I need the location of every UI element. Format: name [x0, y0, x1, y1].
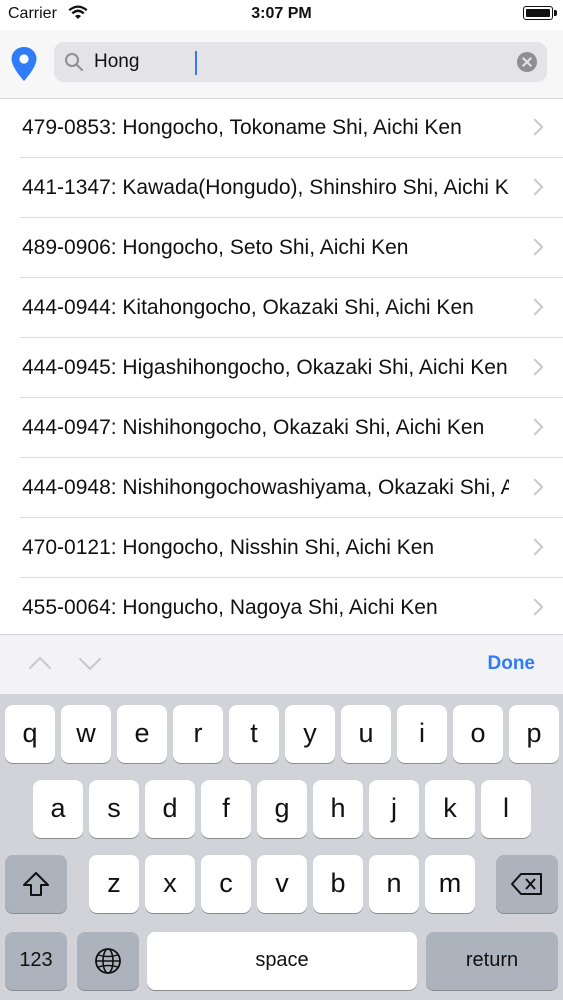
key-h[interactable]: h	[313, 780, 363, 838]
key-n[interactable]: n	[369, 855, 419, 913]
chevron-right-icon	[526, 598, 544, 616]
search-field[interactable]	[54, 42, 547, 82]
list-item[interactable]: 444-0944: Kitahongocho, Okazaki Shi, Aic…	[20, 278, 563, 338]
list-item[interactable]: 489-0906: Hongocho, Seto Shi, Aichi Ken	[20, 218, 563, 278]
list-item-label: 479-0853: Hongocho, Tokoname Shi, Aichi …	[22, 116, 462, 139]
search-input[interactable]	[94, 42, 494, 82]
key-s[interactable]: s	[89, 780, 139, 838]
key-l[interactable]: l	[481, 780, 531, 838]
key-m[interactable]: m	[425, 855, 475, 913]
list-item[interactable]: 444-0947: Nishihongocho, Okazaki Shi, Ai…	[20, 398, 563, 458]
key-x[interactable]: x	[145, 855, 195, 913]
chevron-right-icon	[526, 298, 544, 316]
shift-key[interactable]	[5, 855, 67, 913]
list-item-label: 444-0945: Higashihongocho, Okazaki Shi, …	[22, 356, 508, 379]
key-o[interactable]: o	[453, 705, 503, 763]
return-key[interactable]: return	[426, 932, 558, 990]
key-r[interactable]: r	[173, 705, 223, 763]
location-pin-icon[interactable]	[10, 46, 38, 82]
list-item[interactable]: 455-0064: Hongucho, Nagoya Shi, Aichi Ke…	[20, 578, 563, 638]
key-k[interactable]: k	[425, 780, 475, 838]
list-item-label: 489-0906: Hongocho, Seto Shi, Aichi Ken	[22, 236, 409, 259]
list-item-label: 441-1347: Kawada(Hongudo), Shinshiro Shi…	[22, 176, 509, 199]
delete-icon	[511, 873, 542, 895]
text-cursor	[195, 51, 197, 75]
keyboard-toolbar: Done	[0, 634, 563, 695]
list-item-label: 455-0064: Hongucho, Nagoya Shi, Aichi Ke…	[22, 596, 438, 619]
list-item[interactable]: 444-0945: Higashihongocho, Okazaki Shi, …	[20, 338, 563, 398]
numbers-key[interactable]: 123	[5, 932, 67, 990]
globe-icon	[95, 948, 121, 974]
key-c[interactable]: c	[201, 855, 251, 913]
key-u[interactable]: u	[341, 705, 391, 763]
chevron-right-icon	[526, 358, 544, 376]
key-t[interactable]: t	[229, 705, 279, 763]
key-j[interactable]: j	[369, 780, 419, 838]
globe-key[interactable]	[77, 932, 139, 990]
chevron-right-icon	[526, 478, 544, 496]
delete-key[interactable]	[496, 855, 558, 913]
chevron-right-icon	[526, 178, 544, 196]
status-bar: Carrier 3:07 PM	[0, 0, 563, 30]
key-i[interactable]: i	[397, 705, 447, 763]
search-bar	[0, 30, 563, 99]
list-item-label: 470-0121: Hongocho, Nisshin Shi, Aichi K…	[22, 536, 435, 559]
list-item-label: 444-0944: Kitahongocho, Okazaki Shi, Aic…	[22, 296, 474, 319]
search-icon	[65, 53, 83, 71]
key-e[interactable]: e	[117, 705, 167, 763]
list-item[interactable]: 444-0948: Nishihongochowashiyama, Okazak…	[20, 458, 563, 518]
list-item-label: 444-0948: Nishihongochowashiyama, Okazak…	[22, 476, 509, 499]
list-item[interactable]: 470-0121: Hongocho, Nisshin Shi, Aichi K…	[20, 518, 563, 578]
shift-icon	[23, 872, 49, 896]
list-item-label: 444-0947: Nishihongocho, Okazaki Shi, Ai…	[22, 416, 485, 439]
clear-icon[interactable]	[517, 52, 537, 72]
key-p[interactable]: p	[509, 705, 559, 763]
key-g[interactable]: g	[257, 780, 307, 838]
key-z[interactable]: z	[89, 855, 139, 913]
key-b[interactable]: b	[313, 855, 363, 913]
list-item[interactable]: 441-1347: Kawada(Hongudo), Shinshiro Shi…	[20, 158, 563, 218]
previous-field-icon[interactable]	[28, 656, 52, 680]
key-a[interactable]: a	[33, 780, 83, 838]
key-d[interactable]: d	[145, 780, 195, 838]
chevron-right-icon	[526, 118, 544, 136]
clock: 3:07 PM	[251, 5, 312, 22]
battery-icon	[523, 6, 557, 20]
key-w[interactable]: w	[61, 705, 111, 763]
key-q[interactable]: q	[5, 705, 55, 763]
done-button[interactable]: Done	[488, 653, 536, 675]
key-f[interactable]: f	[201, 780, 251, 838]
chevron-right-icon	[526, 238, 544, 256]
list-item[interactable]: 479-0853: Hongocho, Tokoname Shi, Aichi …	[20, 98, 563, 158]
chevron-right-icon	[526, 418, 544, 436]
chevron-right-icon	[526, 538, 544, 556]
keyboard: q w e r t y u i o p a s d f g h j k l z …	[0, 694, 563, 1000]
key-y[interactable]: y	[285, 705, 335, 763]
key-v[interactable]: v	[257, 855, 307, 913]
space-key[interactable]: space	[147, 932, 417, 990]
next-field-icon[interactable]	[78, 647, 102, 671]
results-list: 479-0853: Hongocho, Tokoname Shi, Aichi …	[0, 98, 563, 638]
